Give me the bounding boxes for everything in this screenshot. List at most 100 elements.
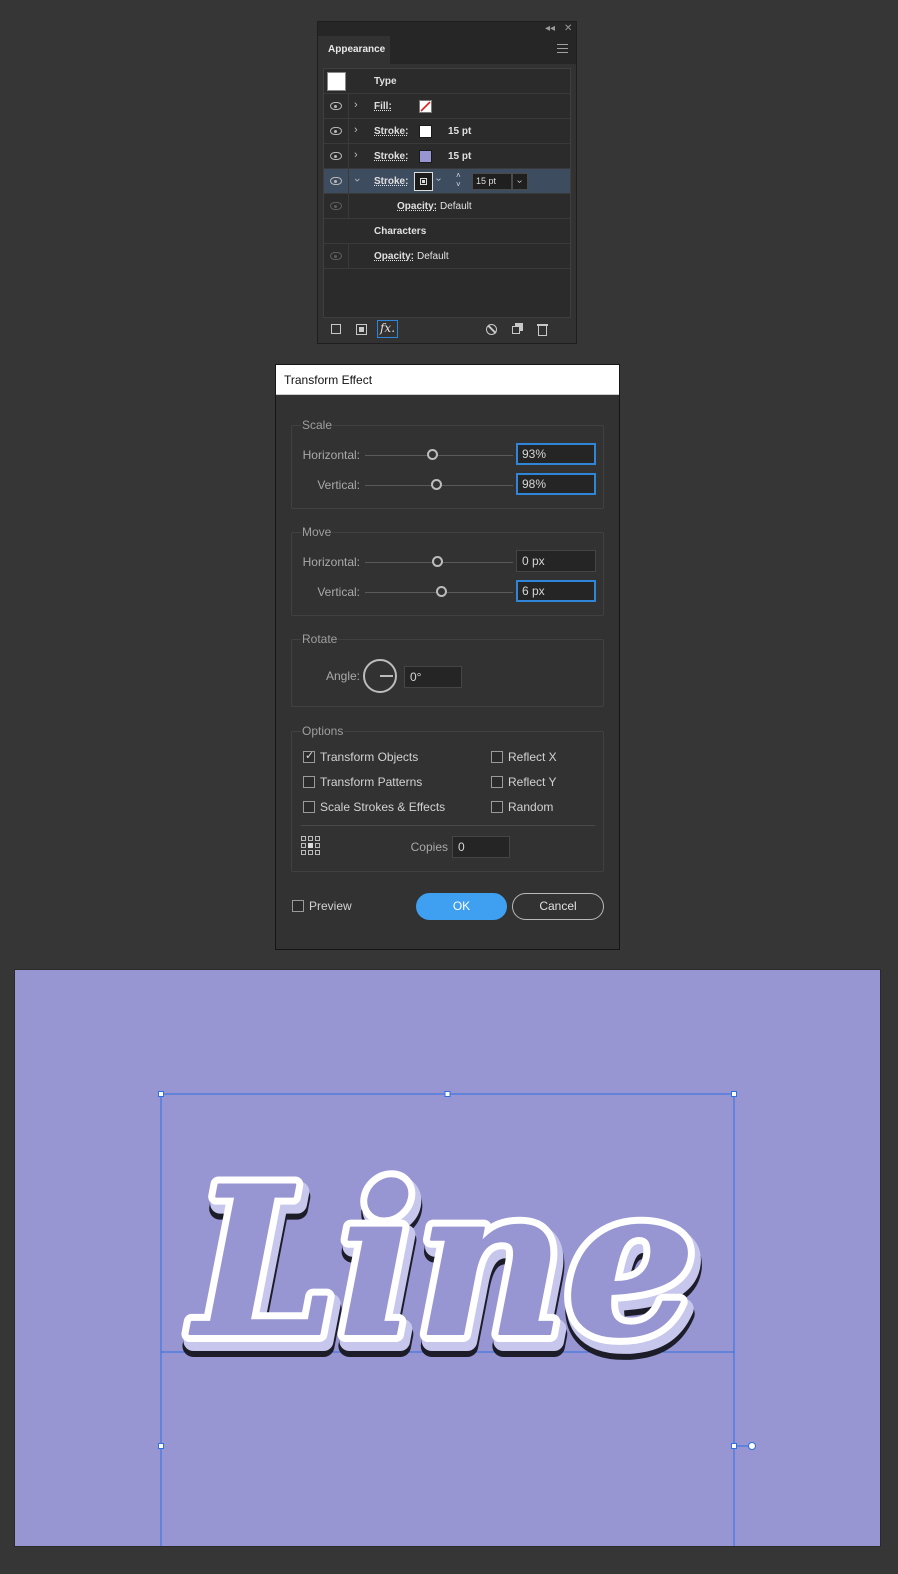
preview-checkbox[interactable] bbox=[292, 900, 304, 912]
transform-objects-checkbox[interactable] bbox=[303, 749, 315, 763]
chevron-right-icon[interactable]: › bbox=[354, 99, 358, 111]
type-label: Type bbox=[374, 76, 397, 87]
add-new-effect-fx-icon[interactable]: fx. bbox=[377, 320, 398, 338]
reflect-x-label[interactable]: Reflect X bbox=[508, 750, 557, 764]
rotate-angle-input[interactable]: 0° bbox=[404, 666, 462, 688]
clear-appearance-icon[interactable] bbox=[486, 324, 497, 335]
scale-strokes-label[interactable]: Scale Strokes & Effects bbox=[320, 800, 445, 814]
type-thumbnail bbox=[327, 72, 346, 91]
move-horizontal-label: Horizontal: bbox=[302, 555, 360, 569]
delete-item-trash-icon[interactable] bbox=[537, 323, 548, 336]
add-new-fill-icon[interactable] bbox=[356, 324, 367, 335]
copies-label: Copies bbox=[410, 840, 448, 854]
stroke-weight-dropdown-icon[interactable]: › bbox=[512, 173, 528, 190]
stroke-swatch-picker[interactable] bbox=[414, 172, 433, 191]
rotate-group: Rotate Angle: 0° bbox=[291, 632, 604, 707]
scale-vertical-label: Vertical: bbox=[317, 478, 360, 492]
chevron-right-icon[interactable]: › bbox=[354, 124, 358, 136]
options-group-title: Options bbox=[301, 724, 345, 738]
rotate-angle-label: Angle: bbox=[325, 669, 360, 683]
line-lettering-artwork[interactable]: Line Line Line Line bbox=[15, 970, 881, 1547]
preview-label[interactable]: Preview bbox=[309, 899, 352, 913]
opacity-row[interactable]: Opacity: Default bbox=[324, 244, 570, 269]
chevron-down-icon[interactable]: › bbox=[351, 178, 363, 182]
artwork-fill-text: Line bbox=[189, 1143, 696, 1383]
move-horizontal-input[interactable]: 0 px bbox=[516, 550, 596, 572]
move-horizontal-slider-knob[interactable] bbox=[432, 556, 443, 567]
close-panel-icon[interactable]: ✕ bbox=[564, 23, 572, 35]
opacity-label[interactable]: Opacity: bbox=[374, 251, 414, 262]
transform-patterns-label[interactable]: Transform Patterns bbox=[320, 775, 422, 789]
stroke-lavender-swatch[interactable] bbox=[419, 150, 432, 163]
visibility-eye-icon[interactable] bbox=[330, 177, 342, 185]
scale-horizontal-input[interactable]: 93% bbox=[516, 443, 596, 465]
collapse-panel-icon[interactable]: ◂◂ bbox=[545, 23, 555, 35]
ok-button[interactable]: OK bbox=[416, 893, 507, 920]
scale-vertical-input[interactable]: 98% bbox=[516, 473, 596, 495]
fill-none-swatch[interactable] bbox=[419, 100, 432, 113]
opacity-value: Default bbox=[417, 251, 449, 262]
move-vertical-input[interactable]: 6 px bbox=[516, 580, 596, 602]
stroke-weight-stepper-icon[interactable]: ˄ ˅ bbox=[456, 171, 461, 189]
scale-strokes-checkbox[interactable] bbox=[303, 801, 315, 813]
transform-objects-label[interactable]: Transform Objects bbox=[320, 750, 418, 764]
scale-group: Scale Horizontal: 93% Vertical: 98% bbox=[291, 418, 604, 509]
stroke-label[interactable]: Stroke: bbox=[374, 126, 408, 137]
visibility-eye-icon[interactable] bbox=[330, 152, 342, 160]
move-vertical-label: Vertical: bbox=[317, 585, 360, 599]
move-group: Move Horizontal: 0 px Vertical: 6 px bbox=[291, 525, 604, 616]
stroke-label[interactable]: Stroke: bbox=[374, 151, 408, 162]
stroke-row-3-selected[interactable]: › Stroke: › ˄ ˅ 15 pt › bbox=[324, 169, 570, 194]
panel-bottom-toolbar: fx. bbox=[318, 317, 576, 343]
transform-effect-dialog: Transform Effect Scale Horizontal: 93% V… bbox=[275, 364, 620, 950]
tab-appearance[interactable]: Appearance bbox=[318, 36, 390, 64]
dialog-title: Transform Effect bbox=[276, 365, 619, 395]
visibility-eye-icon[interactable] bbox=[330, 102, 342, 110]
reflect-y-checkbox[interactable] bbox=[491, 776, 503, 788]
transform-patterns-checkbox[interactable] bbox=[303, 776, 315, 788]
stroke-row-1[interactable]: › Stroke: 15 pt bbox=[324, 119, 570, 144]
panel-topbar: ◂◂ ✕ bbox=[318, 22, 576, 36]
fill-row[interactable]: › Fill: bbox=[324, 94, 570, 119]
chevron-right-icon[interactable]: › bbox=[354, 149, 358, 161]
stroke-opacity-row[interactable]: Opacity: Default bbox=[324, 194, 570, 219]
panel-tab-row: Appearance bbox=[318, 36, 576, 64]
duplicate-item-icon[interactable] bbox=[512, 323, 523, 334]
fill-label[interactable]: Fill: bbox=[374, 101, 392, 112]
random-checkbox[interactable] bbox=[491, 801, 503, 813]
visibility-eye-icon[interactable] bbox=[330, 127, 342, 135]
appearance-list: Type › Fill: › Stroke: 15 pt › Stroke: 1… bbox=[323, 68, 571, 318]
characters-row[interactable]: Characters bbox=[324, 219, 570, 244]
angle-dial-icon[interactable] bbox=[363, 659, 397, 693]
visibility-eye-icon[interactable] bbox=[330, 252, 342, 260]
characters-label[interactable]: Characters bbox=[374, 226, 426, 237]
scale-vertical-slider-knob[interactable] bbox=[431, 479, 442, 490]
options-group: Options Transform Objects Transform Patt… bbox=[291, 724, 604, 872]
opacity-label[interactable]: Opacity: bbox=[397, 201, 437, 212]
move-group-title: Move bbox=[301, 525, 333, 539]
swatch-dropdown-chevron-icon[interactable]: › bbox=[433, 178, 444, 181]
cancel-button[interactable]: Cancel bbox=[512, 893, 604, 920]
scale-horizontal-slider[interactable] bbox=[365, 455, 513, 456]
scale-horizontal-slider-knob[interactable] bbox=[427, 449, 438, 460]
reference-point-locator-icon[interactable] bbox=[301, 836, 321, 856]
add-new-stroke-icon[interactable] bbox=[331, 324, 341, 334]
random-label[interactable]: Random bbox=[508, 800, 553, 814]
reflect-y-label[interactable]: Reflect Y bbox=[508, 775, 556, 789]
options-divider bbox=[301, 825, 595, 826]
scale-horizontal-label: Horizontal: bbox=[302, 448, 360, 462]
stroke-label[interactable]: Stroke: bbox=[374, 176, 408, 187]
appearance-panel: ◂◂ ✕ Appearance Type › Fill: › Stroke: 1… bbox=[317, 21, 577, 344]
reflect-x-checkbox[interactable] bbox=[491, 751, 503, 763]
copies-input[interactable]: 0 bbox=[452, 836, 510, 858]
visibility-eye-icon[interactable] bbox=[330, 202, 342, 210]
stroke-weight: 15 pt bbox=[448, 151, 472, 162]
stroke-weight-input[interactable]: 15 pt bbox=[472, 173, 512, 190]
stroke-white-swatch[interactable] bbox=[419, 125, 432, 138]
appearance-header-row: Type bbox=[324, 69, 570, 94]
move-vertical-slider-knob[interactable] bbox=[436, 586, 447, 597]
artboard-canvas[interactable]: Line Line Line Line bbox=[14, 969, 881, 1547]
panel-menu-icon[interactable] bbox=[557, 44, 568, 56]
scale-group-title: Scale bbox=[301, 418, 334, 432]
stroke-row-2[interactable]: › Stroke: 15 pt bbox=[324, 144, 570, 169]
